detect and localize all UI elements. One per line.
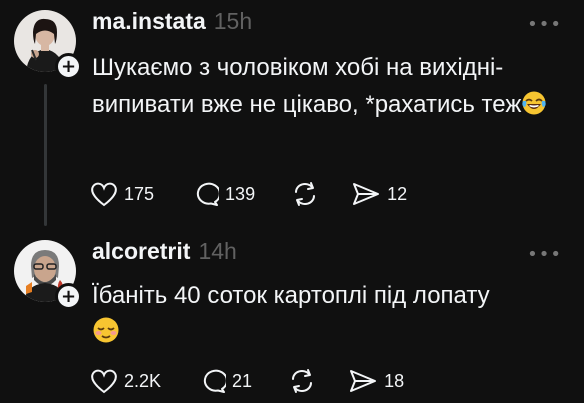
repost-icon — [295, 182, 316, 206]
avatar[interactable]: + — [14, 240, 82, 310]
post-text-content: Шукаємо з чоловіком хобі на вихідні- вип… — [92, 54, 522, 118]
like-button[interactable]: 175 — [90, 181, 154, 207]
tears-of-joy-emoji — [521, 90, 547, 127]
repost-button[interactable] — [288, 368, 316, 394]
username[interactable]: ma.instata — [92, 8, 206, 35]
heart-icon — [91, 369, 117, 394]
comment-icon — [196, 182, 220, 206]
share-count: 12 — [387, 183, 408, 204]
repost-button[interactable] — [291, 181, 319, 207]
share-button[interactable]: 12 — [351, 181, 407, 207]
post-text: Шукаємо з чоловіком хобі на вихідні- вип… — [92, 49, 572, 127]
send-icon — [350, 370, 377, 392]
timestamp: 14h — [198, 238, 237, 264]
heart-icon — [91, 182, 117, 207]
share-count: 18 — [384, 370, 405, 391]
post-text-content: Їбаніть 40 соток картоплі під лопату — [92, 282, 490, 309]
comment-icon — [203, 369, 227, 393]
relieved-face-emoji — [92, 316, 120, 355]
reply-count: 21 — [232, 370, 253, 391]
like-count: 175 — [124, 183, 155, 204]
share-button[interactable]: 18 — [348, 368, 404, 394]
follow-plus-icon[interactable]: + — [55, 283, 82, 310]
timestamp: 15h — [213, 8, 253, 34]
like-button[interactable]: 2.2K — [90, 368, 161, 394]
reply-button[interactable]: 21 — [198, 368, 252, 394]
post-text: Їбаніть 40 соток картоплі під лопату — [92, 277, 572, 355]
avatar[interactable]: + — [14, 10, 82, 80]
username[interactable]: alcoretrit — [92, 238, 190, 265]
reply-button[interactable]: 139 — [191, 181, 255, 207]
repost-icon — [292, 369, 313, 393]
send-icon — [353, 183, 380, 205]
like-count: 2.2K — [124, 370, 162, 391]
follow-plus-icon[interactable]: + — [55, 53, 82, 80]
thread-line — [44, 84, 47, 226]
reply-count: 139 — [225, 183, 256, 204]
more-options-icon[interactable]: ••• — [527, 14, 562, 35]
more-options-icon[interactable]: ••• — [527, 244, 562, 265]
